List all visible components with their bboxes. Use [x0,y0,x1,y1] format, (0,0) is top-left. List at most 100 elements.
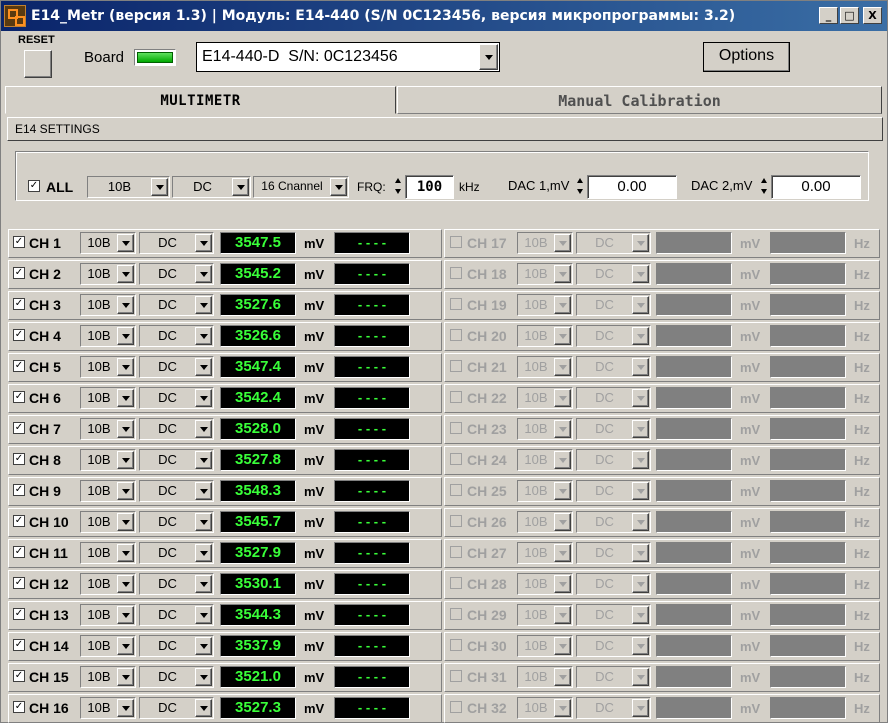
ch23-enable-checkbox[interactable] [450,422,462,434]
ch10-range-dropdown[interactable] [117,513,134,531]
ch2-range-select[interactable]: 10B [80,263,136,285]
ch24-enable-checkbox[interactable] [450,453,462,465]
ch14-range-dropdown[interactable] [117,637,134,655]
ch11-range-select[interactable]: 10B [80,542,136,564]
ch10-coupling-select[interactable]: DC [139,511,214,533]
ch18-coupling-select[interactable]: DC [576,263,651,285]
all-checkbox[interactable]: ✓ [28,180,40,192]
ch31-coupling-select[interactable]: DC [576,666,651,688]
ch5-range-select[interactable]: 10B [80,356,136,378]
ch6-enable-checkbox[interactable]: ✓ [13,391,25,403]
ch9-enable-checkbox[interactable]: ✓ [13,484,25,496]
ch21-range-dropdown[interactable] [554,358,571,376]
ch6-range-dropdown[interactable] [117,389,134,407]
ch22-enable-checkbox[interactable] [450,391,462,403]
ch5-coupling-select[interactable]: DC [139,356,214,378]
ch3-range-select[interactable]: 10B [80,294,136,316]
reset-button[interactable] [24,50,52,78]
ch13-range-dropdown[interactable] [117,606,134,624]
ch5-enable-checkbox[interactable]: ✓ [13,360,25,372]
ch2-enable-checkbox[interactable]: ✓ [13,267,25,279]
ch12-coupling-select[interactable]: DC [139,573,214,595]
ch11-coupling-select[interactable]: DC [139,542,214,564]
ch28-coupling-select[interactable]: DC [576,573,651,595]
ch9-coupling-dropdown[interactable] [195,482,212,500]
ch26-range-dropdown[interactable] [554,513,571,531]
ch10-range-select[interactable]: 10B [80,511,136,533]
ch9-range-select[interactable]: 10B [80,480,136,502]
ch11-enable-checkbox[interactable]: ✓ [13,546,25,558]
ch7-range-select[interactable]: 10B [80,418,136,440]
channel-count-dropdown[interactable] [330,178,347,196]
close-button[interactable]: X [863,7,882,24]
ch13-coupling-dropdown[interactable] [195,606,212,624]
ch3-coupling-dropdown[interactable] [195,296,212,314]
ch29-range-select[interactable]: 10B [517,604,573,626]
ch29-enable-checkbox[interactable] [450,608,462,620]
ch17-coupling-dropdown[interactable] [632,234,649,252]
ch1-range-select[interactable]: 10B [80,232,136,254]
ch16-coupling-select[interactable]: DC [139,697,214,719]
ch3-range-dropdown[interactable] [117,296,134,314]
ch13-coupling-select[interactable]: DC [139,604,214,626]
ch2-coupling-select[interactable]: DC [139,263,214,285]
ch25-coupling-select[interactable]: DC [576,480,651,502]
ch24-coupling-dropdown[interactable] [632,451,649,469]
ch32-coupling-select[interactable]: DC [576,697,651,719]
ch22-coupling-select[interactable]: DC [576,387,651,409]
dac1-spinner[interactable] [575,175,586,199]
ch29-coupling-select[interactable]: DC [576,604,651,626]
ch17-enable-checkbox[interactable] [450,236,462,248]
ch12-enable-checkbox[interactable]: ✓ [13,577,25,589]
ch30-coupling-select[interactable]: DC [576,635,651,657]
tab-multimetr[interactable]: MULTIMETR [5,86,396,114]
ch1-enable-checkbox[interactable]: ✓ [13,236,25,248]
ch18-range-dropdown[interactable] [554,265,571,283]
ch8-enable-checkbox[interactable]: ✓ [13,453,25,465]
ch15-enable-checkbox[interactable]: ✓ [13,670,25,682]
device-select-dropdown-button[interactable] [479,44,498,70]
ch8-range-dropdown[interactable] [117,451,134,469]
all-range-dropdown[interactable] [151,178,168,196]
ch20-coupling-select[interactable]: DC [576,325,651,347]
ch31-coupling-dropdown[interactable] [632,668,649,686]
ch27-coupling-select[interactable]: DC [576,542,651,564]
ch30-enable-checkbox[interactable] [450,639,462,651]
ch31-enable-checkbox[interactable] [450,670,462,682]
ch22-range-select[interactable]: 10B [517,387,573,409]
spin-down-icon[interactable] [577,189,583,194]
ch28-coupling-dropdown[interactable] [632,575,649,593]
ch27-enable-checkbox[interactable] [450,546,462,558]
ch31-range-dropdown[interactable] [554,668,571,686]
ch23-coupling-select[interactable]: DC [576,418,651,440]
ch14-coupling-select[interactable]: DC [139,635,214,657]
ch22-range-dropdown[interactable] [554,389,571,407]
ch22-coupling-dropdown[interactable] [632,389,649,407]
ch20-range-select[interactable]: 10B [517,325,573,347]
ch4-coupling-dropdown[interactable] [195,327,212,345]
ch6-coupling-dropdown[interactable] [195,389,212,407]
ch14-range-select[interactable]: 10B [80,635,136,657]
ch32-range-dropdown[interactable] [554,699,571,717]
ch20-enable-checkbox[interactable] [450,329,462,341]
ch21-coupling-select[interactable]: DC [576,356,651,378]
ch8-range-select[interactable]: 10B [80,449,136,471]
settings-section-header[interactable]: E14 SETTINGS [7,117,883,141]
ch14-enable-checkbox[interactable]: ✓ [13,639,25,651]
ch15-coupling-dropdown[interactable] [195,668,212,686]
all-range-select[interactable]: 10B [87,176,170,198]
ch28-range-dropdown[interactable] [554,575,571,593]
ch9-coupling-select[interactable]: DC [139,480,214,502]
ch5-coupling-dropdown[interactable] [195,358,212,376]
ch27-coupling-dropdown[interactable] [632,544,649,562]
ch5-range-dropdown[interactable] [117,358,134,376]
ch28-range-select[interactable]: 10B [517,573,573,595]
spin-up-icon[interactable] [395,178,401,183]
ch20-range-dropdown[interactable] [554,327,571,345]
ch4-coupling-select[interactable]: DC [139,325,214,347]
ch9-range-dropdown[interactable] [117,482,134,500]
ch29-coupling-dropdown[interactable] [632,606,649,624]
ch1-coupling-dropdown[interactable] [195,234,212,252]
all-coupling-select[interactable]: DC [172,176,251,198]
ch21-coupling-dropdown[interactable] [632,358,649,376]
